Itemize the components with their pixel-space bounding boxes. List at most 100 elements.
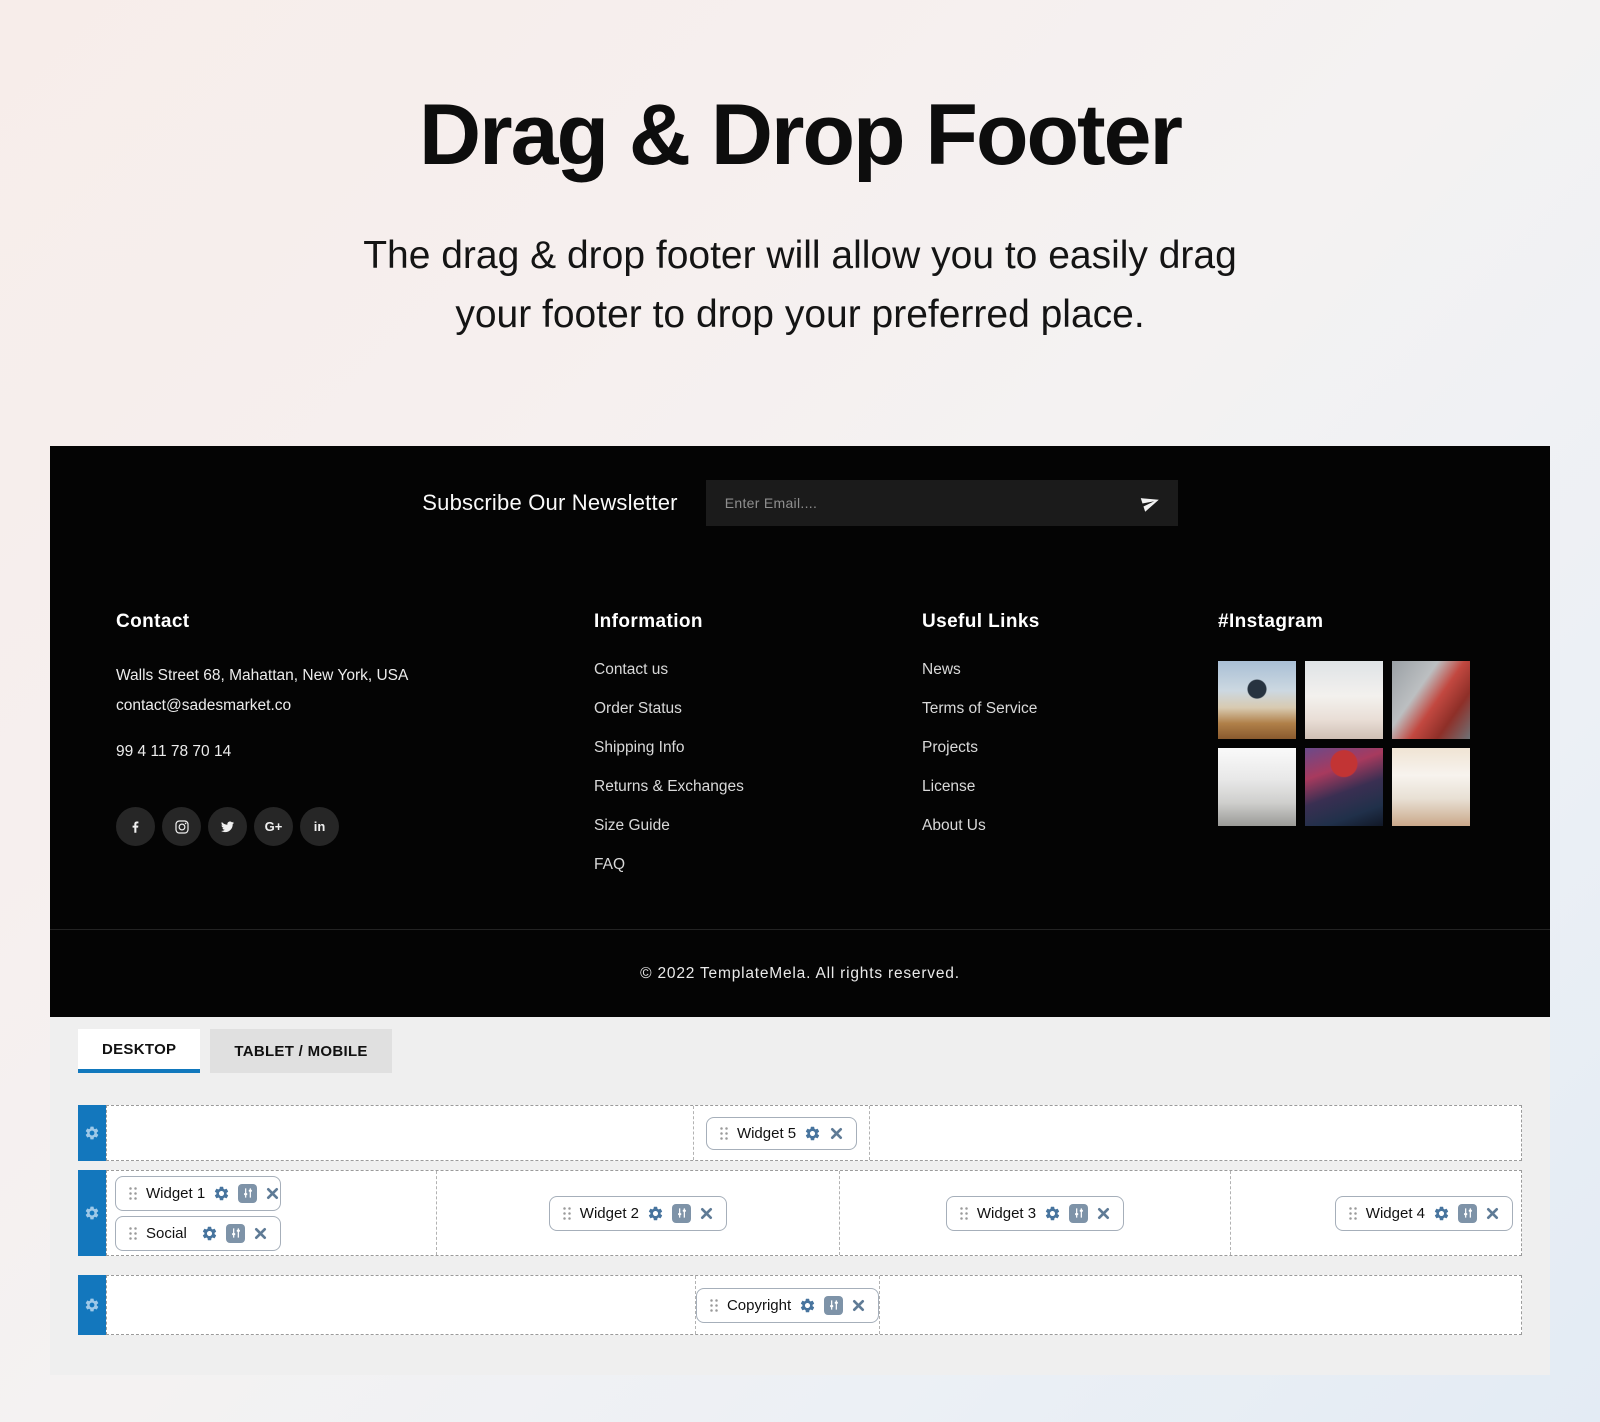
drop-cell[interactable]: Widget 3 — [839, 1171, 1230, 1255]
builder-rows: Widget 5 Widg — [78, 1105, 1522, 1335]
link-faq[interactable]: FAQ — [594, 856, 625, 873]
widget-chip-label: Widget 4 — [1366, 1205, 1425, 1222]
widget-chip-widget-2[interactable]: Widget 2 — [549, 1196, 727, 1231]
close-icon[interactable] — [1485, 1206, 1500, 1221]
footer-column-contact: Contact Walls Street 68, Mahattan, New Y… — [116, 611, 594, 895]
drop-cell[interactable]: Widget 4 — [1230, 1171, 1521, 1255]
instagram-photo-man-working[interactable] — [1392, 661, 1470, 739]
drag-handle-icon[interactable] — [128, 1226, 138, 1241]
contact-phone: 99 4 11 78 70 14 — [116, 737, 594, 767]
drop-cell[interactable]: Widget 1 Social — [107, 1171, 436, 1255]
contact-address: Walls Street 68, Mahattan, New York, USA — [116, 661, 594, 691]
builder-tabs: DESKTOP TABLET / MOBILE — [78, 1029, 1522, 1073]
instagram-photo-firefighter[interactable] — [1305, 748, 1383, 826]
twitter-icon[interactable] — [208, 807, 247, 846]
instagram-photo-child-glasses[interactable] — [1305, 661, 1383, 739]
instagram-photo-bedroom[interactable] — [1218, 748, 1296, 826]
gear-icon[interactable] — [799, 1297, 816, 1314]
sliders-icon[interactable] — [238, 1184, 257, 1203]
link-about-us[interactable]: About Us — [922, 817, 986, 834]
drag-handle-icon[interactable] — [562, 1206, 572, 1221]
drop-cell[interactable]: Widget 5 — [693, 1106, 869, 1160]
row-settings-handle[interactable] — [78, 1170, 106, 1256]
row-body: Copyright — [106, 1275, 1522, 1335]
list-item: Returns & Exchanges — [594, 778, 922, 796]
gear-icon[interactable] — [804, 1125, 821, 1142]
close-icon[interactable] — [1096, 1206, 1111, 1221]
drop-cell-empty[interactable] — [869, 1106, 1521, 1160]
drop-cell[interactable]: Copyright — [695, 1276, 879, 1334]
information-heading: Information — [594, 611, 922, 633]
contact-email: contact@sadesmarket.co — [116, 691, 594, 721]
sliders-icon[interactable] — [1069, 1204, 1088, 1223]
widget-chip-widget-4[interactable]: Widget 4 — [1335, 1196, 1513, 1231]
row-settings-handle[interactable] — [78, 1105, 106, 1161]
sliders-icon[interactable] — [672, 1204, 691, 1223]
gear-icon[interactable] — [213, 1185, 230, 1202]
link-license[interactable]: License — [922, 778, 975, 795]
list-item: Size Guide — [594, 817, 922, 835]
link-shipping-info[interactable]: Shipping Info — [594, 739, 685, 756]
list-item: License — [922, 778, 1218, 796]
close-icon[interactable] — [851, 1298, 866, 1313]
row-settings-handle[interactable] — [78, 1275, 106, 1335]
linkedin-icon[interactable]: in — [300, 807, 339, 846]
widget-chip-widget-5[interactable]: Widget 5 — [706, 1117, 857, 1150]
instagram-photo-cyclist[interactable] — [1218, 661, 1296, 739]
drop-cell[interactable]: Widget 2 — [436, 1171, 840, 1255]
widget-chip-copyright[interactable]: Copyright — [696, 1288, 879, 1323]
close-icon[interactable] — [265, 1186, 280, 1201]
close-icon[interactable] — [829, 1126, 844, 1141]
newsletter-send-button[interactable] — [1137, 489, 1164, 516]
widget-chip-widget-1[interactable]: Widget 1 — [115, 1176, 281, 1211]
drop-cell-empty[interactable] — [107, 1276, 695, 1334]
newsletter-email-input[interactable] — [723, 494, 1137, 512]
link-size-guide[interactable]: Size Guide — [594, 817, 670, 834]
drop-cell-empty[interactable] — [879, 1276, 1521, 1334]
gear-icon[interactable] — [647, 1205, 664, 1222]
link-returns-exchanges[interactable]: Returns & Exchanges — [594, 778, 744, 795]
sliders-icon[interactable] — [1458, 1204, 1477, 1223]
drag-handle-icon[interactable] — [719, 1126, 729, 1141]
drag-handle-icon[interactable] — [1348, 1206, 1358, 1221]
newsletter-input-group — [706, 480, 1178, 526]
close-icon[interactable] — [699, 1206, 714, 1221]
link-terms-of-service[interactable]: Terms of Service — [922, 700, 1037, 717]
drag-handle-icon[interactable] — [959, 1206, 969, 1221]
footer-columns: Contact Walls Street 68, Mahattan, New Y… — [50, 559, 1550, 929]
drag-handle-icon[interactable] — [128, 1186, 138, 1201]
google-plus-icon[interactable]: G+ — [254, 807, 293, 846]
link-news[interactable]: News — [922, 661, 961, 678]
footer-preview: Subscribe Our Newsletter Contact Walls S… — [50, 446, 1550, 1017]
instagram-icon[interactable] — [162, 807, 201, 846]
sliders-icon[interactable] — [824, 1296, 843, 1315]
sliders-icon[interactable] — [226, 1224, 245, 1243]
link-contact-us[interactable]: Contact us — [594, 661, 668, 678]
link-projects[interactable]: Projects — [922, 739, 978, 756]
widget-chip-label: Widget 2 — [580, 1205, 639, 1222]
footer-column-useful-links: Useful Links News Terms of Service Proje… — [922, 611, 1218, 895]
list-item: Terms of Service — [922, 700, 1218, 718]
drag-handle-icon[interactable] — [709, 1298, 719, 1313]
gear-icon — [84, 1125, 100, 1141]
instagram-photo-wedding[interactable] — [1392, 748, 1470, 826]
gear-icon[interactable] — [1433, 1205, 1450, 1222]
widget-chip-social[interactable]: Social — [115, 1216, 281, 1251]
drop-cell-empty[interactable] — [107, 1106, 693, 1160]
widget-chip-widget-3[interactable]: Widget 3 — [946, 1196, 1124, 1231]
paper-plane-icon — [1141, 493, 1160, 512]
link-order-status[interactable]: Order Status — [594, 700, 682, 717]
footer-column-information: Information Contact us Order Status Ship… — [594, 611, 922, 895]
gear-icon[interactable] — [1044, 1205, 1061, 1222]
list-item: Shipping Info — [594, 739, 922, 757]
facebook-icon[interactable] — [116, 807, 155, 846]
subtitle-line-1: The drag & drop footer will allow you to… — [363, 234, 1237, 277]
tab-desktop[interactable]: DESKTOP — [78, 1029, 200, 1073]
useful-links-heading: Useful Links — [922, 611, 1218, 633]
close-icon[interactable] — [253, 1226, 268, 1241]
instagram-grid — [1218, 661, 1484, 826]
builder-row-2: Widget 1 Social — [78, 1170, 1522, 1256]
tab-tablet-mobile[interactable]: TABLET / MOBILE — [210, 1029, 391, 1073]
gear-icon[interactable] — [201, 1225, 218, 1242]
gear-icon — [84, 1205, 100, 1221]
